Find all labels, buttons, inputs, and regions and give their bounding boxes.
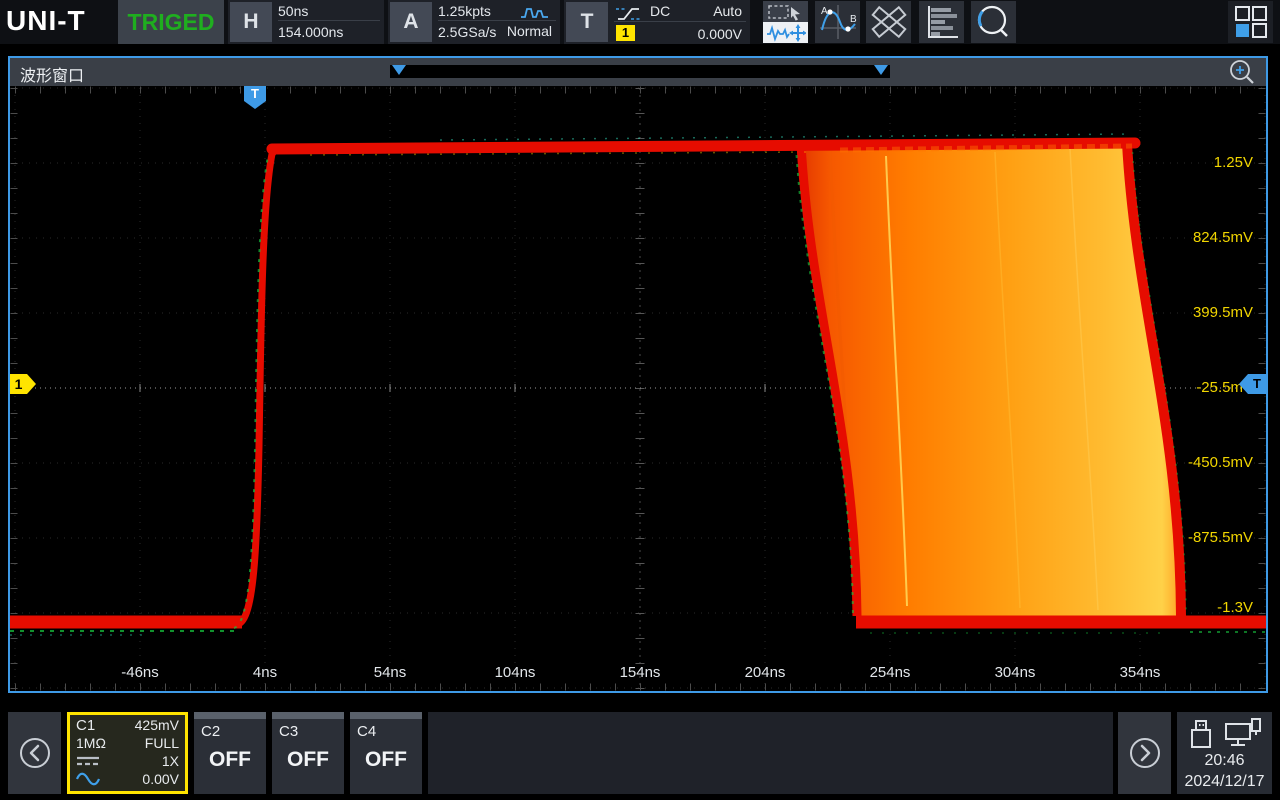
time-tick-label: 54ns [374,664,407,681]
time-tick-label: -46ns [121,664,159,681]
channel1-marker-tip [27,374,36,394]
measure-rulers-icon [868,3,910,41]
channel2-state: OFF [194,748,266,772]
search-button[interactable] [971,1,1016,43]
voltage-tick-label: 824.5mV [1193,229,1253,246]
trigger-settings-button[interactable]: T DC Auto 1 0.000V [564,0,750,44]
time-tick-label: 304ns [995,664,1036,681]
time-tick-label: 254ns [870,664,911,681]
window-layout-button[interactable] [1228,1,1273,43]
svg-text:A: A [821,6,828,17]
voltage-tick-label: -450.5mV [1188,454,1253,471]
trigger-position-marker-tip [244,101,266,109]
clock-time: 20:46 [1177,752,1272,770]
channel1-scale: 425mV [135,717,179,733]
system-status-panel[interactable]: 20:46 2024/12/17 [1177,712,1272,794]
cursor-measure-button[interactable]: A B [815,1,860,43]
svg-text:B: B [850,14,857,25]
channel4-strip [350,712,422,719]
trigger-position-marker[interactable]: T [244,86,266,109]
trigger-level-value: 0.000V [698,24,742,44]
time-tick-label: 104ns [495,664,536,681]
trigger-row-divider [614,21,746,22]
channel1-card[interactable]: C1 425mV 1MΩ FULL 1X 0.00V [67,712,188,794]
clock-date: 2024/12/17 [1177,773,1272,791]
trigger-level-marker-tip [1239,374,1248,394]
channel3-state: OFF [272,748,344,772]
horizontal-settings-button[interactable]: H 50ns 154.000ns [228,0,384,44]
time-tick-label: 204ns [745,664,786,681]
channel1-bandwidth: FULL [145,735,179,751]
brand-logo: UNI-T [6,5,86,37]
voltage-tick-label: -875.5mV [1188,529,1253,546]
time-tick-label: 354ns [1120,664,1161,681]
channel1-zero-marker[interactable]: 1 [10,374,36,394]
memory-position-scrollbar[interactable] [390,65,890,78]
waveform-drag-mode-button[interactable] [763,1,808,43]
acquire-mode-value: Normal [507,23,552,39]
window-layout-icon [1234,5,1268,39]
voltage-tick-label: 1.25V [1214,154,1253,171]
acquire-waveform-icon [520,5,550,21]
channel1-probe: 1X [162,753,179,769]
chevron-left-icon [18,736,52,770]
channel4-state: OFF [350,748,422,772]
chevron-right-icon [1128,736,1162,770]
horizontal-label: H [230,2,272,42]
timebase-value: 50ns [278,1,380,21]
zoom-in-icon [1228,59,1258,85]
time-tick-label: 154ns [620,664,661,681]
sine-icon [76,772,100,786]
acquire-settings-button[interactable]: A 1.25kpts 2.5GSa/s Normal [388,0,560,44]
voltage-tick-label: -1.3V [1217,599,1253,616]
channel2-name: C2 [201,723,220,740]
trigger-label: T [566,2,608,42]
usb-device-icon [1189,718,1213,750]
waveform-window-header: 波形窗口 [10,58,1266,86]
scrollbar-right-handle-icon[interactable] [874,65,888,75]
trigger-status-badge: TRIGED [118,0,224,44]
channel4-name: C4 [357,723,376,740]
remote-monitor-icon [1225,718,1261,748]
channel3-name: C3 [279,723,298,740]
window-title: 波形窗口 [20,62,84,86]
channel4-card[interactable]: C4 OFF [350,712,422,794]
channel1-trace [10,134,1266,635]
channel2-strip [194,712,266,719]
channels-scroll-left-button[interactable] [8,712,61,794]
trigger-source-badge: 1 [616,25,635,41]
dc-coupling-icon [76,755,100,767]
search-circle-icon [974,3,1014,41]
channel3-card[interactable]: C3 OFF [272,712,344,794]
acquire-label: A [390,2,432,42]
trigger-sweep-value: Auto [713,1,742,21]
statistics-button[interactable] [919,1,964,43]
bottom-bar: C1 425mV 1MΩ FULL 1X 0.00V [0,700,1280,800]
horizontal-offset-value: 154.000ns [278,22,380,42]
channel1-impedance: 1MΩ [76,735,106,751]
waveform-window: 波形窗口 [8,56,1268,693]
channel1-name: C1 [76,717,95,734]
waveform-display[interactable] [10,86,1266,691]
zoom-in-button[interactable] [1228,59,1258,85]
statistics-icon [924,4,960,40]
channel1-offset: 0.00V [142,771,179,787]
time-tick-label: 4ns [253,664,277,681]
bottom-bar-spacer [428,712,1113,794]
voltage-tick-label: 399.5mV [1193,304,1253,321]
selection-mode-icon[interactable] [763,1,808,22]
scrollbar-left-handle-icon[interactable] [392,65,406,75]
oscilloscope-screen: UNI-T TRIGED H 50ns 154.000ns A 1.25kpts… [0,0,1280,800]
cursor-ab-icon: A B [818,3,858,41]
top-toolbar: UNI-T TRIGED H 50ns 154.000ns A 1.25kpts… [0,0,1280,44]
channel3-strip [272,712,344,719]
measure-button[interactable] [866,1,911,43]
channels-scroll-right-button[interactable] [1118,712,1171,794]
trigger-coupling-value: DC [650,1,670,21]
channel2-card[interactable]: C2 OFF [194,712,266,794]
waveform-drag-icon[interactable] [763,22,808,43]
trigger-level-marker[interactable]: T [1239,374,1266,394]
waveform-plot[interactable]: -46ns 4ns 54ns 104ns 154ns 204ns 254ns 3… [10,86,1266,691]
